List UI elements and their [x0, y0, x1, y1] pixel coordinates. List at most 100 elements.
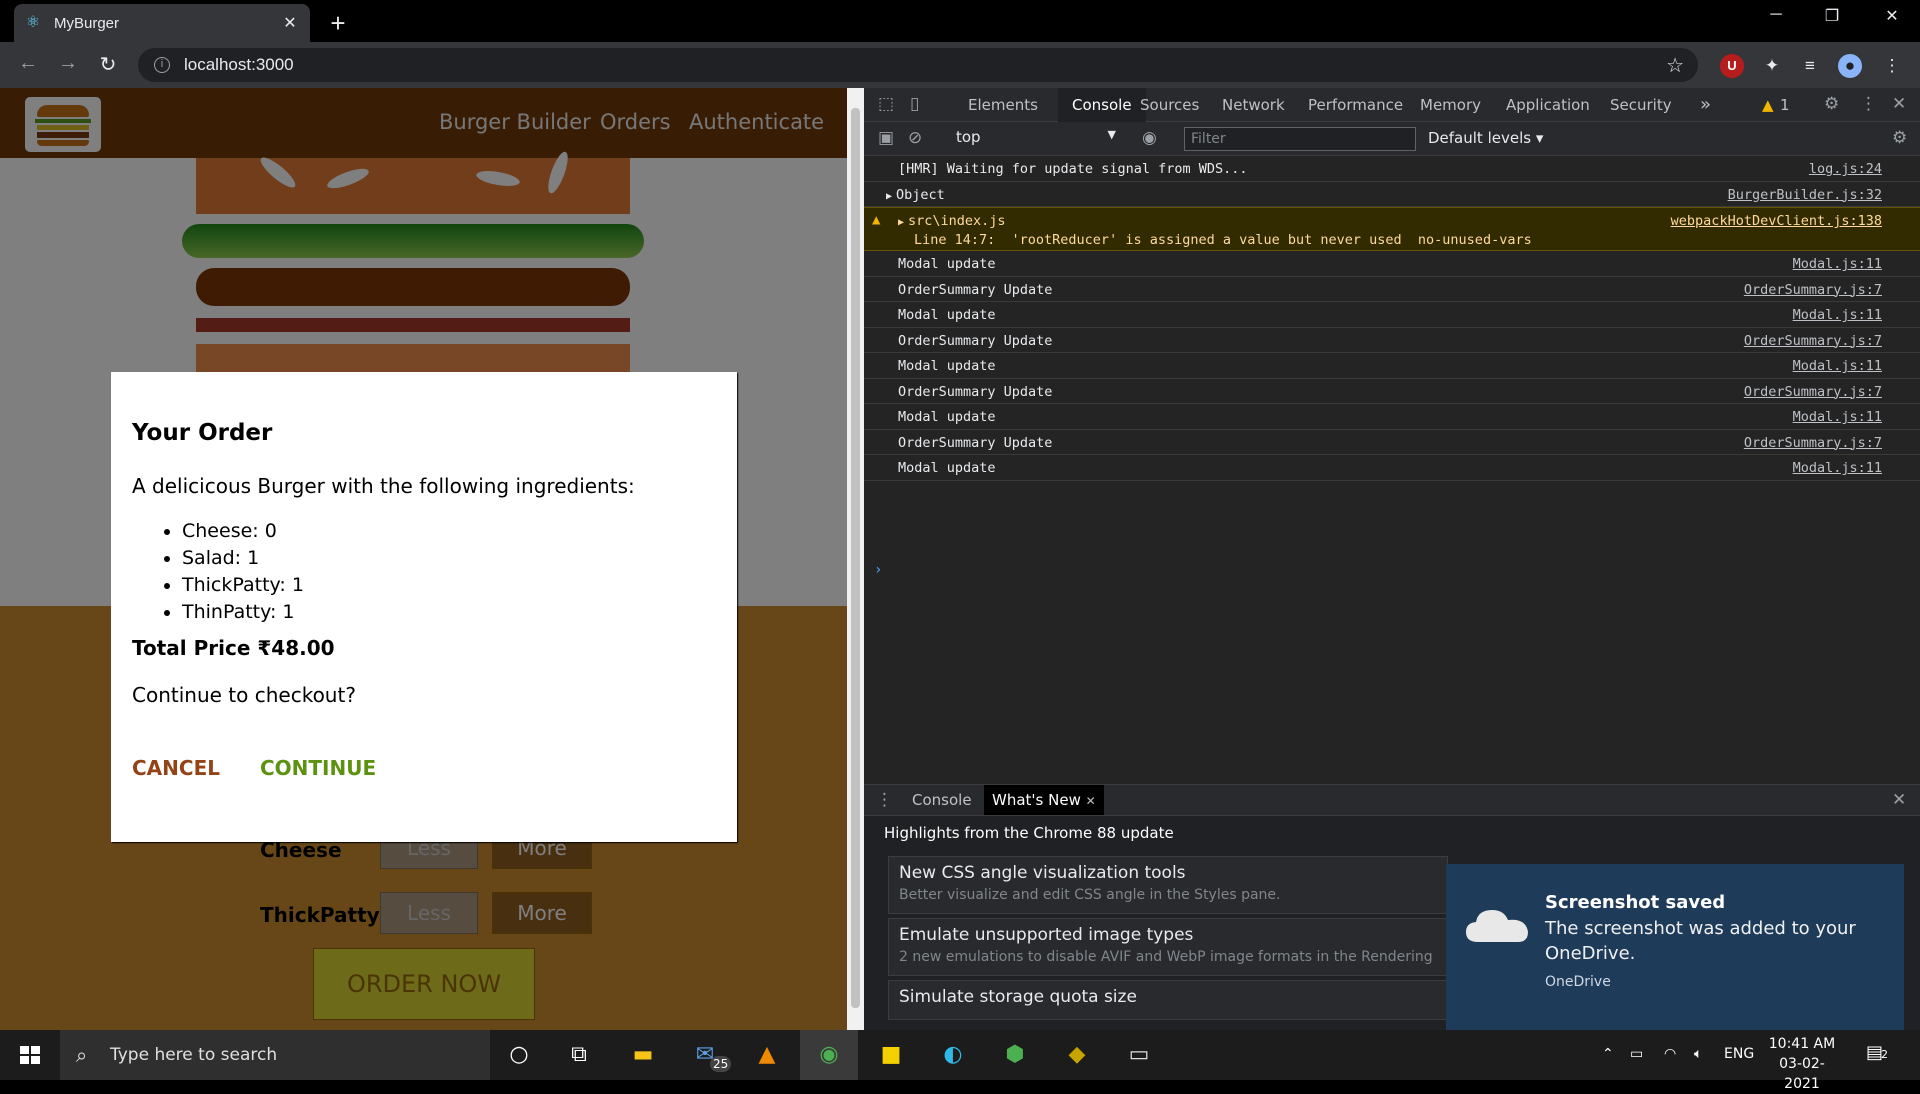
- cortana-icon[interactable]: ○: [490, 1030, 548, 1080]
- devtools-close-icon[interactable]: ✕: [1892, 94, 1906, 114]
- reload-icon[interactable]: ↻: [94, 52, 122, 77]
- sticky-notes-icon[interactable]: ■: [862, 1030, 920, 1080]
- taskbar-search[interactable]: ⌕ Type here to search: [60, 1030, 490, 1080]
- devtools-menu-icon[interactable]: ⋮: [1860, 94, 1877, 114]
- volume-icon[interactable]: 🔈︎: [1694, 1046, 1702, 1062]
- cancel-button[interactable]: CANCEL: [132, 756, 220, 780]
- console-filter-input[interactable]: [1184, 127, 1416, 151]
- forward-arrow-icon[interactable]: →: [54, 52, 82, 75]
- log-row[interactable]: ▶ Object BurgerBuilder.js:32: [864, 182, 1920, 207]
- log-source-link[interactable]: OrderSummary.js:7: [1744, 333, 1882, 349]
- wifi-icon[interactable]: ◠: [1664, 1046, 1676, 1062]
- log-source-link[interactable]: Modal.js:11: [1793, 460, 1882, 476]
- task-view-icon[interactable]: ⧉: [550, 1030, 608, 1080]
- warning-icon: ▲: [872, 212, 881, 228]
- whats-new-card[interactable]: New CSS angle visualization tools Better…: [888, 856, 1448, 914]
- edge-icon[interactable]: ◐: [924, 1030, 982, 1080]
- more-tabs-icon[interactable]: »: [1700, 88, 1711, 122]
- language-indicator[interactable]: ENG: [1724, 1046, 1754, 1062]
- settings-gear-icon[interactable]: ⚙: [1824, 94, 1839, 114]
- close-tab-icon[interactable]: ✕: [280, 13, 300, 33]
- app-icon[interactable]: ◆: [1048, 1030, 1106, 1080]
- inspect-element-icon[interactable]: ⬚: [878, 94, 894, 114]
- log-source-link[interactable]: OrderSummary.js:7: [1744, 384, 1882, 400]
- tab-elements[interactable]: Elements: [968, 88, 1038, 122]
- nodejs-icon[interactable]: ⬢: [986, 1030, 1044, 1080]
- continue-button[interactable]: CONTINUE: [260, 756, 376, 780]
- site-info-icon[interactable]: i: [154, 57, 170, 73]
- start-button[interactable]: [0, 1030, 60, 1080]
- log-levels-dropdown[interactable]: Default levels ▾: [1428, 129, 1543, 147]
- drawer-menu-icon[interactable]: ⋮: [876, 790, 893, 810]
- order-intro: A delicicous Burger with the following i…: [132, 474, 635, 498]
- file-explorer-icon[interactable]: ▬: [614, 1030, 672, 1080]
- terminal-icon[interactable]: ▭: [1110, 1030, 1168, 1080]
- tray-overflow-icon[interactable]: ⌃: [1602, 1046, 1614, 1062]
- back-arrow-icon[interactable]: ←: [14, 52, 42, 75]
- console-messages: [HMR] Waiting for update signal from WDS…: [864, 156, 1920, 578]
- ingredient-list: Cheese: 0 Salad: 1 ThickPatty: 1 ThinPat…: [132, 518, 304, 626]
- new-tab-button[interactable]: +: [324, 8, 352, 39]
- kebab-menu-icon[interactable]: ⋮: [1880, 54, 1904, 78]
- media-control-icon[interactable]: ≡: [1798, 54, 1822, 78]
- tab-network[interactable]: Network: [1222, 88, 1285, 122]
- log-row: OrderSummary Update OrderSummary.js:7: [864, 430, 1920, 455]
- log-source-link[interactable]: Modal.js:11: [1793, 358, 1882, 374]
- tab-application[interactable]: Application: [1506, 88, 1590, 122]
- log-source-link[interactable]: OrderSummary.js:7: [1744, 282, 1882, 298]
- log-source-link[interactable]: Modal.js:11: [1793, 256, 1882, 272]
- console-prompt[interactable]: ›: [874, 562, 882, 578]
- log-source-link[interactable]: BurgerBuilder.js:32: [1728, 187, 1882, 203]
- warning-count[interactable]: 1: [1780, 88, 1790, 122]
- log-row: OrderSummary Update OrderSummary.js:7: [864, 277, 1920, 302]
- tab-memory[interactable]: Memory: [1420, 88, 1481, 122]
- drawer-tab-console[interactable]: Console: [912, 785, 972, 815]
- mail-icon[interactable]: ✉ 25: [676, 1030, 734, 1080]
- warning-row[interactable]: ▲ ▶ src\index.js Line 14:7: 'rootReducer'…: [864, 207, 1920, 251]
- bookmark-star-icon[interactable]: ☆: [1666, 53, 1684, 78]
- log-source-link[interactable]: Modal.js:11: [1793, 307, 1882, 323]
- browser-tab[interactable]: ⚛ MyBurger ✕: [14, 4, 310, 42]
- restore-icon[interactable]: ❐: [1812, 6, 1852, 26]
- console-settings-gear-icon[interactable]: ⚙: [1892, 128, 1907, 148]
- close-drawer-icon[interactable]: ✕: [1892, 790, 1906, 810]
- whats-new-card[interactable]: Emulate unsupported image types 2 new em…: [888, 918, 1448, 976]
- log-row: Modal update Modal.js:11: [864, 353, 1920, 379]
- battery-icon[interactable]: ▭: [1630, 1046, 1643, 1062]
- tab-performance[interactable]: Performance: [1308, 88, 1403, 122]
- action-center-icon[interactable]: ▤2: [1866, 1042, 1888, 1063]
- clock[interactable]: 10:41 AM 03-02-2021: [1762, 1034, 1842, 1094]
- vlc-icon[interactable]: ▲: [738, 1030, 796, 1080]
- warning-icon[interactable]: ▲: [1762, 96, 1774, 114]
- tab-security[interactable]: Security: [1610, 88, 1672, 122]
- ingredient-item: ThickPatty: 1: [182, 572, 304, 599]
- toast-app-name: OneDrive: [1545, 974, 1611, 990]
- whats-new-card[interactable]: Simulate storage quota size: [888, 980, 1448, 1020]
- sidebar-toggle-icon[interactable]: ▣: [878, 128, 894, 148]
- live-expression-eye-icon[interactable]: ◉: [1142, 128, 1157, 148]
- log-row: OrderSummary Update OrderSummary.js:7: [864, 328, 1920, 353]
- log-row: [HMR] Waiting for update signal from WDS…: [864, 156, 1920, 182]
- checkout-question: Continue to checkout?: [132, 683, 356, 707]
- onedrive-notification[interactable]: Screenshot saved The screenshot was adde…: [1446, 864, 1904, 1030]
- ublock-extension-icon[interactable]: U: [1720, 54, 1744, 78]
- close-whats-new-icon: ✕: [1085, 794, 1096, 808]
- log-source-link[interactable]: Modal.js:11: [1793, 409, 1882, 425]
- chrome-icon[interactable]: ◉: [800, 1030, 858, 1080]
- log-source-link[interactable]: OrderSummary.js:7: [1744, 435, 1882, 451]
- tab-sources[interactable]: Sources: [1140, 88, 1199, 122]
- extensions-puzzle-icon[interactable]: ✦: [1760, 54, 1784, 78]
- minimize-icon[interactable]: ─: [1756, 6, 1796, 24]
- profile-avatar-icon[interactable]: ●: [1838, 54, 1862, 78]
- log-source-link[interactable]: webpackHotDevClient.js:138: [1671, 213, 1882, 229]
- log-source-link[interactable]: log.js:24: [1809, 161, 1882, 177]
- drawer-tab-whats-new[interactable]: What's New ✕: [984, 785, 1104, 815]
- clear-console-icon[interactable]: ⊘: [908, 128, 922, 148]
- tab-console[interactable]: Console: [1058, 88, 1146, 122]
- device-toolbar-icon[interactable]: ▯: [910, 94, 919, 114]
- context-selector[interactable]: top ▼: [956, 128, 1116, 146]
- window-close-icon[interactable]: ✕: [1872, 6, 1912, 26]
- search-icon: ⌕: [76, 1043, 88, 1067]
- address-bar[interactable]: i localhost:3000 ☆: [138, 48, 1698, 82]
- page-scrollbar[interactable]: [847, 88, 864, 1030]
